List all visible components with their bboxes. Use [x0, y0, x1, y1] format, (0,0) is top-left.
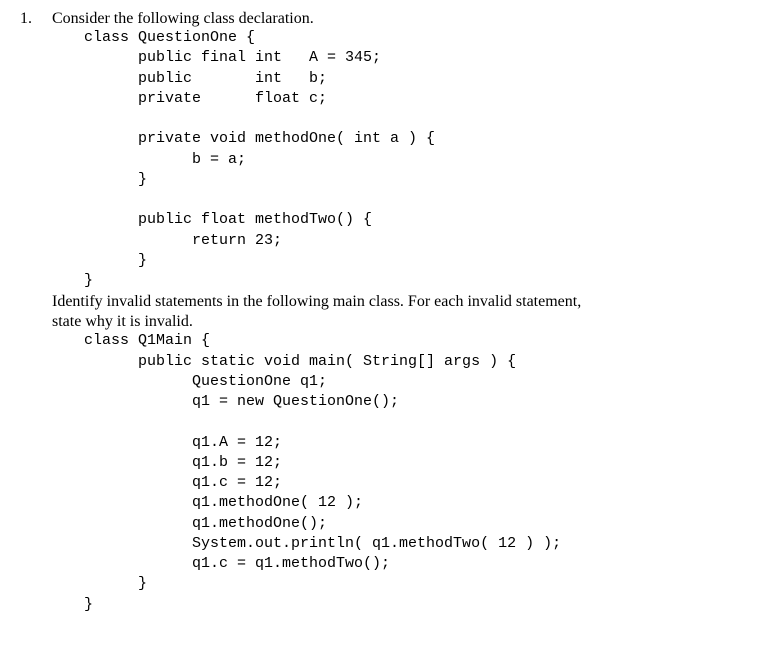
question-prompt-2a: Identify invalid statements in the follo…: [52, 293, 748, 311]
question-prompt-1: Consider the following class declaration…: [52, 10, 314, 28]
question-header: 1. Consider the following class declarat…: [20, 10, 748, 28]
code-block-questionone: class QuestionOne { public final int A =…: [84, 28, 748, 291]
code-block-q1main: class Q1Main { public static void main( …: [84, 331, 748, 615]
question-prompt-2b: state why it is invalid.: [52, 313, 748, 331]
question-number: 1.: [20, 10, 38, 28]
